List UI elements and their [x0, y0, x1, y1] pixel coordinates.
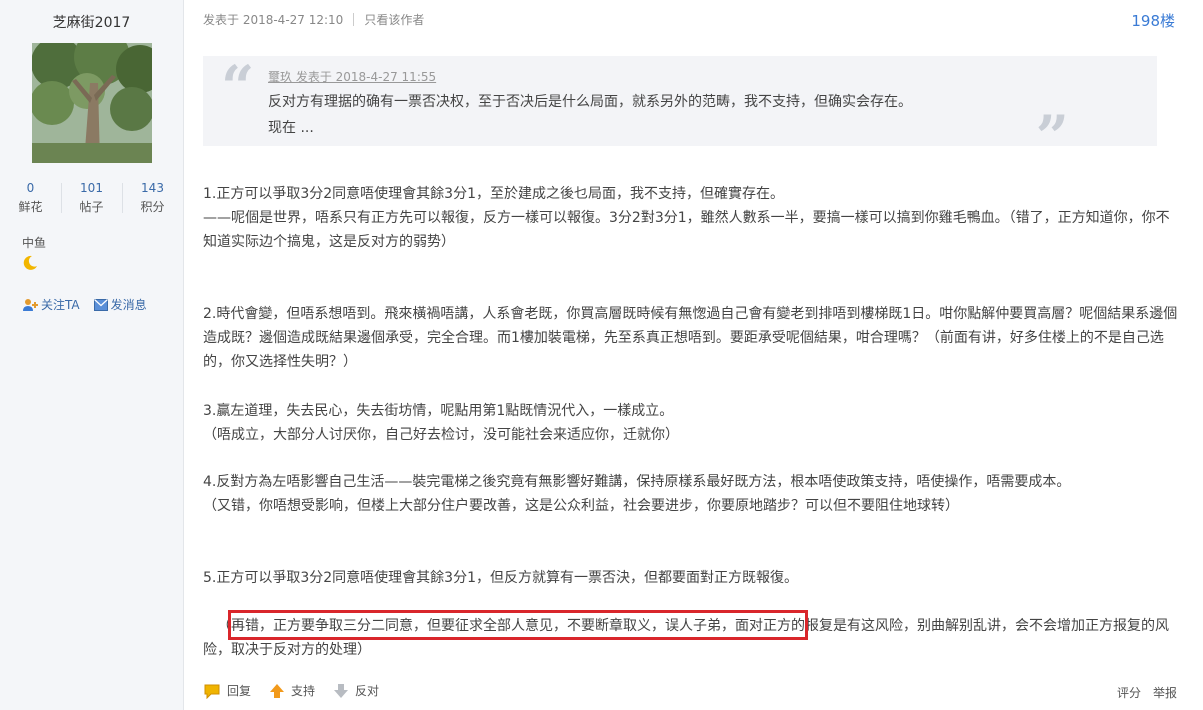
thumb-down-icon — [334, 683, 349, 698]
author-stats: 0 鲜花 101 帖子 143 积分 — [0, 181, 183, 215]
stat-points[interactable]: 143 积分 — [122, 181, 183, 215]
paragraph-text: 3.贏左道理，失去民心，失去街坊情，呢點用第1點既情況代入，一樣成立。 — [203, 403, 674, 419]
post-meta: 发表于 2018-4-27 12:10 只看该作者 — [203, 11, 424, 28]
paragraph-text: 1.正方可以爭取3分2同意唔使理會其餘3分1，至於建成之後乜局面，我不支持，但確… — [203, 186, 784, 202]
post-footer-right: 评分 举报 — [1117, 684, 1177, 701]
quote-text-more: 现在 ... — [268, 120, 314, 136]
paragraph-text: （唔成立，大部分人讨厌你，自己好去检讨，没可能社会来适应你，迁就你） — [203, 427, 679, 443]
quote-header[interactable]: 璽玖 发表于 2018-4-27 11:55 — [268, 68, 436, 85]
avatar[interactable] — [32, 43, 152, 163]
user-rank: 中鱼 — [22, 236, 47, 250]
floor-number[interactable]: 198楼 — [1131, 10, 1175, 31]
report-link[interactable]: 举报 — [1153, 684, 1177, 701]
stat-label: 积分 — [140, 200, 165, 214]
quote-text: 反对方有理据的确有一票否决权，至于否决后是什么局面，就系另外的范畴，我不支持，但… — [268, 94, 912, 110]
moon-icon — [22, 255, 38, 275]
quote-block: “ 璽玖 发表于 2018-4-27 11:55 反对方有理据的确有一票否决权，… — [203, 53, 1157, 166]
post-paragraph-4: 4.反對方為左唔影響自己生活——裝完電梯之後究竟有無影響好難講，保持原樣系最好既… — [203, 470, 1183, 518]
stat-value: 0 — [26, 181, 35, 195]
post-paragraph-1: 1.正方可以爭取3分2同意唔使理會其餘3分1，至於建成之後乜局面，我不支持，但確… — [203, 182, 1183, 254]
paragraph-text: 2.時代會變，但唔系想唔到。飛來橫禍唔講，人系會老既，你買高層既時候有無愡過自己… — [203, 306, 1178, 370]
author-name[interactable]: 芝麻街2017 — [0, 12, 183, 32]
stat-flowers[interactable]: 0 鲜花 — [0, 181, 61, 215]
paragraph-text: 5.正方可以爭取3分2同意唔使理會其餘3分1，但反方就算有一票否決，但都要面對正… — [203, 570, 798, 586]
oppose-button[interactable]: 反对 — [333, 682, 379, 699]
follow-icon — [23, 298, 38, 311]
reply-label: 回复 — [227, 684, 252, 698]
close-quote-icon: ” — [1035, 103, 1069, 171]
rate-link[interactable]: 评分 — [1117, 684, 1141, 701]
thumb-up-icon — [270, 683, 285, 698]
meta-divider — [353, 13, 355, 26]
stat-label: 鲜花 — [18, 200, 43, 214]
author-sidebar: 芝麻街2017 0 鲜花 101 帖子 143 积分 中鱼 关注TA 发消息 — [0, 0, 184, 710]
highlight-box — [228, 610, 808, 640]
follow-label: 关注TA — [41, 298, 80, 312]
paragraph-text: （又错，你唔想受影响，但楼上大部分住户要改善，这是公众利益，社会要进步，你要原地… — [203, 498, 959, 514]
stat-posts[interactable]: 101 帖子 — [61, 181, 122, 215]
follow-button[interactable]: 关注TA — [22, 296, 80, 313]
paragraph-text: 4.反對方為左唔影響自己生活——裝完電梯之後究竟有無影響好難講，保持原樣系最好既… — [203, 474, 1071, 490]
reply-icon — [204, 684, 220, 699]
paragraph-text: ——呢個是世界，唔系只有正方先可以報復，反方一樣可以報復。3分2對3分1，雖然人… — [203, 210, 1170, 250]
send-message-button[interactable]: 发消息 — [93, 296, 147, 313]
stat-label: 帖子 — [79, 200, 104, 214]
support-label: 支持 — [291, 684, 316, 698]
only-author-link[interactable]: 只看该作者 — [364, 11, 424, 28]
post-footer: 回复 支持 反对 — [203, 682, 391, 699]
envelope-icon — [93, 298, 108, 311]
post-paragraph-2: 2.時代會變，但唔系想唔到。飛來橫禍唔講，人系會老既，你買高層既時候有無愡過自己… — [203, 302, 1183, 374]
stat-value: 143 — [141, 181, 164, 195]
open-quote-icon: “ — [221, 53, 255, 121]
support-button[interactable]: 支持 — [269, 682, 315, 699]
post-paragraph-5: 5.正方可以爭取3分2同意唔使理會其餘3分1，但反方就算有一票否決，但都要面對正… — [203, 566, 1183, 590]
post-paragraph-3: 3.贏左道理，失去民心，失去街坊情，呢點用第1點既情況代入，一樣成立。 （唔成立… — [203, 399, 1183, 447]
message-label: 发消息 — [110, 298, 147, 312]
stat-value: 101 — [80, 181, 103, 195]
author-actions: 关注TA 发消息 — [22, 296, 147, 313]
post-time: 发表于 2018-4-27 12:10 — [203, 13, 344, 27]
reply-button[interactable]: 回复 — [203, 682, 251, 699]
oppose-label: 反对 — [355, 684, 380, 698]
